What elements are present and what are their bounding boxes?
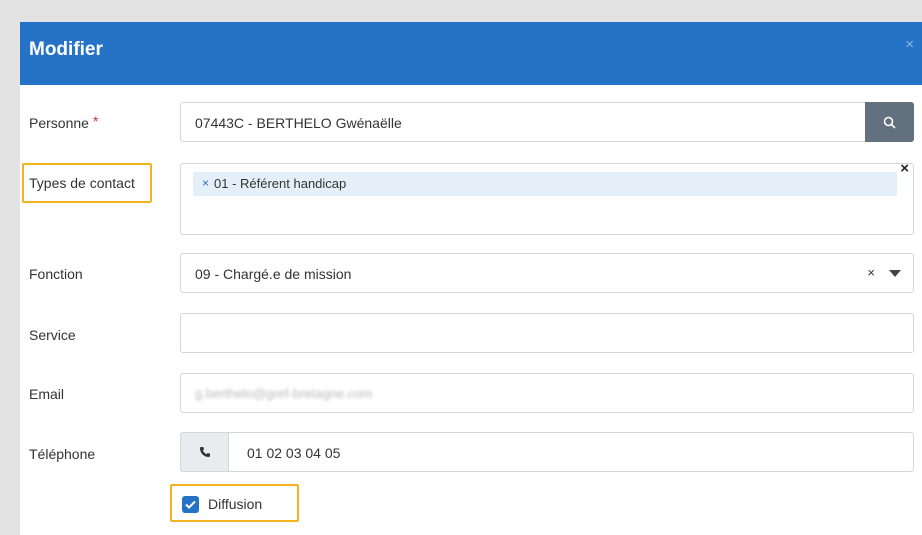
tag-label: 01 - Référent handicap: [214, 176, 347, 191]
modal-header: Modifier ×: [20, 22, 922, 85]
caret-down-icon[interactable]: [889, 270, 901, 277]
telephone-value: 01 02 03 04 05: [247, 445, 341, 461]
phone-addon: [180, 432, 229, 472]
tag-referent-handicap: × 01 - Référent handicap: [193, 172, 897, 196]
remove-tag-icon[interactable]: ×: [202, 176, 209, 190]
personne-label: Personne *: [29, 113, 99, 131]
modal-title: Modifier: [29, 39, 103, 60]
check-icon: [185, 500, 196, 509]
telephone-input[interactable]: 01 02 03 04 05: [180, 432, 914, 472]
types-contact-label: Types de contact: [29, 175, 135, 191]
clear-fonction-icon[interactable]: ×: [867, 265, 875, 280]
search-button[interactable]: [865, 102, 914, 142]
diffusion-checkbox[interactable]: [182, 496, 199, 513]
personne-label-text: Personne: [29, 115, 89, 131]
clear-types-icon[interactable]: ×: [900, 160, 909, 177]
phone-icon: [199, 447, 210, 457]
close-icon[interactable]: ×: [905, 36, 914, 53]
types-contact-field[interactable]: × 01 - Référent handicap ×: [180, 160, 914, 235]
edit-contact-modal: Modifier × Personne * 07443C - BERTHELO G…: [20, 22, 922, 535]
personne-value: 07443C - BERTHELO Gwénaëlle: [195, 115, 402, 131]
diffusion-label[interactable]: Diffusion: [208, 496, 262, 512]
service-label: Service: [29, 327, 76, 343]
required-mark: *: [92, 113, 99, 129]
email-input[interactable]: g.berthelo@gref-bretagne.com: [180, 373, 914, 413]
email-value: g.berthelo@gref-bretagne.com: [195, 386, 373, 401]
telephone-label: Téléphone: [29, 446, 96, 462]
email-label: Email: [29, 386, 65, 402]
search-icon: [883, 116, 896, 129]
fonction-label: Fonction: [29, 266, 83, 282]
fonction-value: 09 - Chargé.e de mission: [195, 266, 352, 282]
service-input[interactable]: [180, 313, 914, 353]
fonction-select[interactable]: 09 - Chargé.e de mission ×: [180, 253, 914, 293]
personne-field[interactable]: 07443C - BERTHELO Gwénaëlle: [180, 102, 914, 142]
